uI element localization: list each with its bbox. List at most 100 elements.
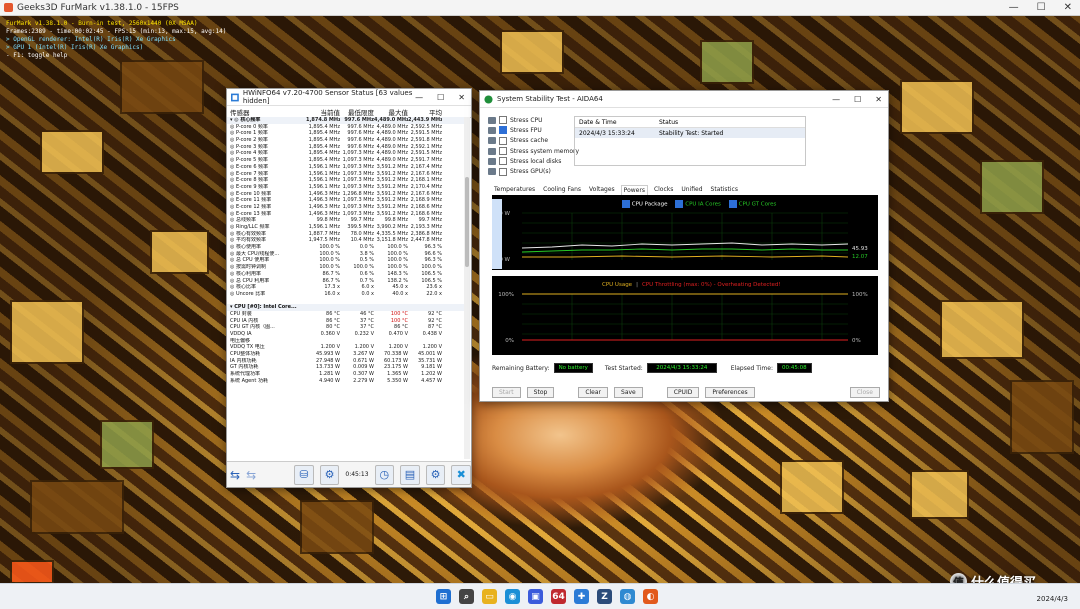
column-header-average[interactable]: 平均 [408, 107, 442, 117]
scrollbar-thumb[interactable] [465, 177, 469, 267]
sensor-row[interactable]: GT 内核功耗 13.733 W 0.009 W 23.175 W 9.181 W [227, 364, 465, 371]
sensor-row[interactable]: 电压偏移 [227, 338, 465, 345]
sensor-row[interactable]: ◎ E-core 9 频率 1,596.1 MHz 1,097.3 MHz 3,591… [227, 184, 465, 191]
sensor-row[interactable]: ◎ 总 CPU 利用率 86.7 % 0.7 % 138.2 % 106.5 % [227, 278, 465, 285]
globe-icon[interactable]: ◍ [620, 589, 635, 604]
store-icon[interactable]: ▣ [528, 589, 543, 604]
stress-option[interactable]: Stress FPU [488, 125, 579, 135]
sensor-row[interactable]: ◎ 最大 CPU/线程使... 100.0 % 3.8 % 100.0 % 96.6 % [227, 251, 465, 258]
sensor-row[interactable]: CPU GT 内核（图... 80 °C 37 °C 86 °C 87 °C [227, 324, 465, 331]
sensor-row[interactable]: ◎ E-core 6 频率 1,596.1 MHz 1,097.3 MHz 3,591… [227, 164, 465, 171]
stress-checkbox[interactable] [499, 136, 507, 145]
sensor-row[interactable]: CPU 封装 86 °C 46 °C 100 °C 92 °C [227, 311, 465, 318]
close-icon[interactable]: ✕ [875, 95, 882, 104]
sensor-row[interactable]: ◎ 平均有效频率 1,947.5 MHz 10.4 MHz 3,151.8 MHz 2,… [227, 237, 465, 244]
sensor-row[interactable]: ◎ P-core 0 频率 1,895.4 MHz 997.6 MHz 4,489.0… [227, 124, 465, 131]
collapse-arrows-icon[interactable]: ⇆ [230, 468, 240, 482]
minimize-icon[interactable]: — [1009, 2, 1019, 13]
clear-button[interactable]: Clear [578, 387, 609, 398]
sensor-row[interactable]: ◎ 总线频率 99.8 MHz 99.7 MHz 99.8 MHz 99.7 MHz [227, 217, 465, 224]
sensor-row[interactable]: ◎ Uncore 比率 16.0 x 0.0 x 40.0 x 22.0 x [227, 291, 465, 298]
edge-icon[interactable]: ◉ [505, 589, 520, 604]
network-icon[interactable]: ⛁ [294, 464, 314, 485]
tab-powers[interactable]: Powers [620, 185, 648, 195]
sensor-row[interactable]: ◎ E-core 8 频率 1,596.1 MHz 1,097.3 MHz 3,591… [227, 177, 465, 184]
close-button[interactable]: Close [849, 387, 880, 398]
legend-item[interactable]: CPU Package [622, 200, 667, 208]
expand-arrows-icon[interactable]: ⇆ [246, 468, 256, 482]
stress-checkbox[interactable] [499, 147, 507, 156]
maximize-icon[interactable]: ☐ [854, 95, 861, 104]
save-button[interactable]: Save [614, 387, 643, 398]
sensor-row[interactable]: ◎ 总 CPU 使用率 100.0 % 0.5 % 100.0 % 96.3 % [227, 257, 465, 264]
status-row[interactable]: 2024/4/3 15:33:24 Stability Test: Starte… [575, 128, 805, 138]
sensor-row[interactable]: 系统 Agent 功耗 4.940 W 2.279 W 5.350 W 4.457 W [227, 378, 465, 385]
sensor-row[interactable]: ◎ 核心比率 17.3 x 6.0 x 45.0 x 23.6 x [227, 284, 465, 291]
sensor-row[interactable]: VDDQ TX 电压 1.200 V 1.200 V 1.200 V 1.200 V [227, 344, 465, 351]
preferences-button[interactable]: Preferences [705, 387, 755, 398]
hwinfo-icon[interactable]: ✚ [574, 589, 589, 604]
sensor-row[interactable]: ◎ Ring/LLC 频率 1,596.1 MHz 399.5 MHz 3,990.2… [227, 224, 465, 231]
sensor-row[interactable]: ◎ 核心使用率 100.0 % 0.0 % 100.0 % 96.3 % [227, 244, 465, 251]
aida64-icon[interactable]: 64 [551, 589, 566, 604]
sensor-row[interactable]: ◎ E-core 11 频率 1,496.3 MHz 1,097.3 MHz 3,59… [227, 197, 465, 204]
sensor-scrollbar[interactable] [464, 117, 470, 459]
report-icon[interactable]: ▤ [400, 464, 420, 485]
minimize-icon[interactable]: — [415, 93, 423, 102]
column-header-maximum[interactable]: 最大值 [374, 107, 409, 117]
sensor-row[interactable]: ◎ P-core 2 频率 1,895.4 MHz 997.6 MHz 4,489.0… [227, 137, 465, 144]
settings-icon[interactable]: ⚙ [425, 464, 446, 485]
start-button[interactable]: Start [492, 387, 521, 398]
close-icon[interactable]: ✕ [458, 93, 465, 102]
sensor-row[interactable]: ◎ P-core 4 频率 1,895.4 MHz 1,097.3 MHz 4,489… [227, 150, 465, 157]
sensor-row[interactable]: ◎ E-core 13 频率 1,496.3 MHz 1,097.3 MHz 3,59… [227, 211, 465, 218]
tab-temperatures[interactable]: Temperatures [492, 185, 537, 195]
sensor-row[interactable]: ◎ P-core 1 频率 1,895.4 MHz 997.6 MHz 4,489.0… [227, 130, 465, 137]
tab-voltages[interactable]: Voltages [587, 185, 617, 195]
sensor-row[interactable]: ◎ 核心利用率 86.7 % 0.6 % 148.3 % 106.5 % [227, 271, 465, 278]
sensor-row[interactable]: ◎ 按需时钟调制 100.0 % 100.0 % 100.0 % 100.0 % [227, 264, 465, 271]
stress-option[interactable]: Stress cache [488, 136, 579, 146]
legend-item[interactable]: CPU IA Cores [675, 200, 721, 208]
sensor-row[interactable]: ◎ E-core 12 频率 1,496.3 MHz 1,097.3 MHz 3,59… [227, 204, 465, 211]
stress-checkbox[interactable] [499, 157, 507, 166]
sensor-table-body[interactable]: ▾ ◎ 核心频率 1,874.8 MHz 997.6 MHz 4,489.0 MHz 2… [227, 117, 465, 459]
tab-unified[interactable]: Unified [679, 185, 704, 195]
stop-button[interactable]: Stop [526, 387, 555, 398]
maximize-icon[interactable]: ☐ [1037, 2, 1046, 13]
windows-start-icon[interactable]: ⊞ [436, 589, 451, 604]
hwinfo-titlebar[interactable]: HWiNFO64 v7.20-4700 Sensor Status [63 va… [227, 89, 471, 106]
minimize-icon[interactable]: — [832, 95, 840, 104]
graph-list-panel[interactable] [492, 199, 502, 269]
tab-clocks[interactable]: Clocks [652, 185, 675, 195]
stress-option[interactable]: Stress system memory [488, 146, 579, 156]
stress-option[interactable]: Stress GPU(s) [488, 166, 579, 176]
stress-option[interactable]: Stress CPU [488, 115, 579, 125]
furmark-icon[interactable]: ◐ [643, 589, 658, 604]
sensor-row[interactable]: IA 内核功耗 27.948 W 0.671 W 60.173 W 35.731 W [227, 358, 465, 365]
sensor-row[interactable]: ▾ CPU [#0]: Intel Core... [227, 304, 465, 311]
legend-item[interactable]: CPU GT Cores [728, 200, 776, 208]
sensor-row[interactable]: ◎ P-core 3 频率 1,895.4 MHz 997.6 MHz 4,489.0… [227, 144, 465, 151]
sensor-row[interactable]: ◎ E-core 10 频率 1,496.3 MHz 1,296.8 MHz 3,59… [227, 191, 465, 198]
sensor-row[interactable]: ◎ P-core 5 频率 1,895.4 MHz 1,097.3 MHz 4,489… [227, 157, 465, 164]
close-icon[interactable]: ✖ [451, 464, 472, 485]
sensor-row[interactable]: 系统代理功率 1.281 W 0.307 W 1.365 W 1.202 W [227, 371, 465, 378]
tab-cooling-fans[interactable]: Cooling Fans [541, 185, 583, 195]
column-header-current[interactable]: 当前值 [306, 107, 341, 117]
sensor-row[interactable]: ▾ ◎ 核心频率 1,874.8 MHz 997.6 MHz 4,489.0 MHz 2… [227, 117, 465, 124]
close-icon[interactable]: ✕ [1064, 2, 1072, 13]
column-header-minimum[interactable]: 最低限度 [340, 107, 374, 117]
stress-checkbox[interactable] [499, 167, 507, 176]
stress-checkbox[interactable] [499, 116, 507, 125]
cpuid-button[interactable]: CPUID [666, 387, 700, 398]
sensor-row[interactable]: VDDQ IA 0.360 V 0.232 V 0.470 V 0.438 V [227, 331, 465, 338]
furmark-titlebar[interactable]: Geeks3D FurMark v1.38.1.0 - 15FPS — ☐ ✕ [0, 0, 1080, 16]
clock-icon[interactable]: ◷ [374, 464, 395, 485]
sensor-row[interactable]: ◎ 核心有效频率 1,887.7 MHz 78.0 MHz 4,335.5 MHz 2,… [227, 231, 465, 238]
file-explorer-icon[interactable]: ▭ [482, 589, 497, 604]
sensor-row[interactable]: CPU整体功耗 45.993 W 3.267 W 70.338 W 45.001 W [227, 351, 465, 358]
tab-statistics[interactable]: Statistics [709, 185, 740, 195]
aida64-titlebar[interactable]: System Stability Test - AIDA64 — ☐ ✕ [480, 91, 888, 108]
stress-option[interactable]: Stress local disks [488, 156, 579, 166]
